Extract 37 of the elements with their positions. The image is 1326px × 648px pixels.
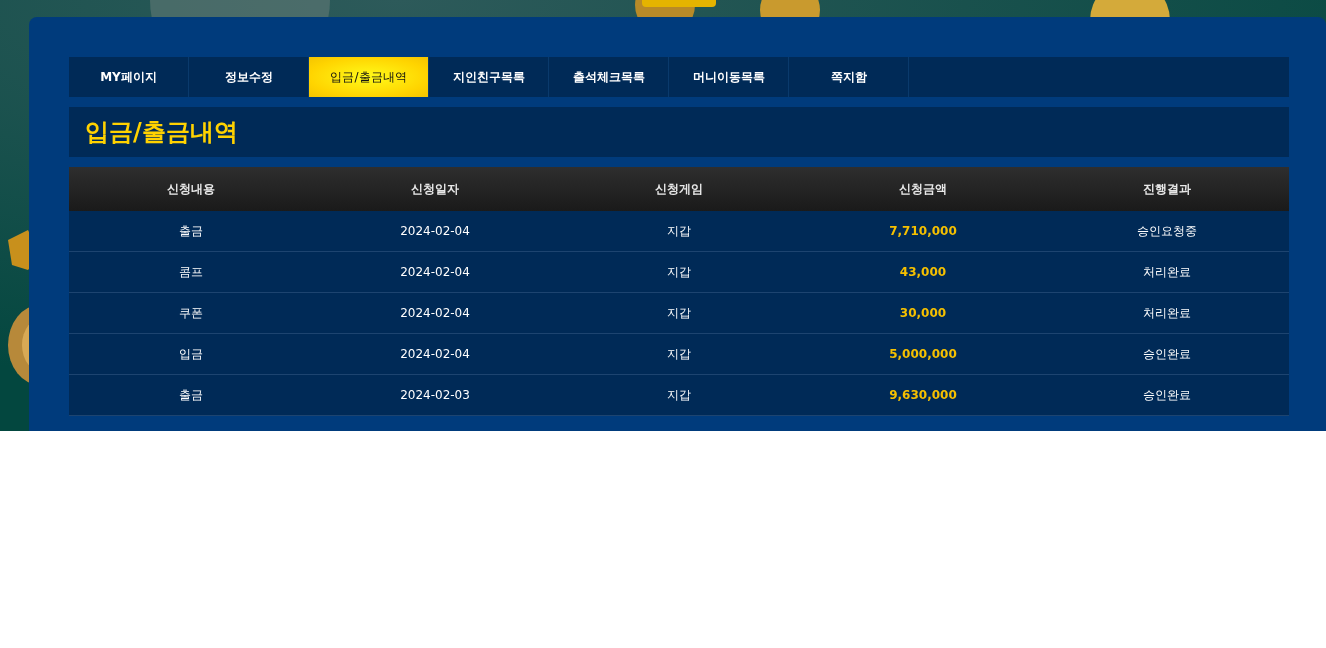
column-header: 신청금액 <box>898 180 948 198</box>
amount-cell-text: 43,000 <box>898 264 948 281</box>
page-title: 입금/출금내역 <box>69 107 1289 157</box>
tab[interactable]: 입금/출금내역 <box>309 57 429 97</box>
table-cell-text: 2024-02-04 <box>399 305 471 322</box>
tab[interactable]: 지인친구목록 <box>429 57 549 97</box>
table-cell-text: 지갑 <box>666 222 692 240</box>
table-cell-text: 쿠폰 <box>178 304 204 322</box>
table-cell-text: 2024-02-04 <box>399 223 471 240</box>
table-cell-text: 2024-02-03 <box>399 387 471 404</box>
table-cell-text: 2024-02-04 <box>399 346 471 363</box>
table-cell-text: 2024-02-04 <box>399 264 471 281</box>
table-cell-text: 지갑 <box>666 304 692 322</box>
amount-cell-text: 30,000 <box>898 305 948 322</box>
table-cell-text: 지갑 <box>666 386 692 404</box>
column-header: 신청내용 <box>166 180 216 198</box>
column-header: 신청일자 <box>410 180 460 198</box>
tab[interactable]: 쪽지함 <box>789 57 909 97</box>
table-cell-text: 처리완료 <box>1142 263 1192 281</box>
table-cell-text: 승인완료 <box>1142 345 1192 363</box>
table-cell-text: 콤프 <box>178 263 204 281</box>
table-cell-text: 처리완료 <box>1142 304 1192 322</box>
tab[interactable]: MY페이지 <box>69 57 189 97</box>
table-cell-text: 지갑 <box>666 345 692 363</box>
tab[interactable]: 출석체크목록 <box>549 57 669 97</box>
table-cell-text: 출금 <box>178 222 204 240</box>
table-cell-text: 승인요청중 <box>1136 222 1198 240</box>
amount-cell-text: 9,630,000 <box>888 387 958 404</box>
table-cell-text: 입금 <box>178 345 204 363</box>
amount-cell-text: 5,000,000 <box>888 346 958 363</box>
column-header: 신청게임 <box>654 180 704 198</box>
table-cell-text: 지갑 <box>666 263 692 281</box>
table-cell-text: 출금 <box>178 386 204 404</box>
table-cell-text: 승인완료 <box>1142 386 1192 404</box>
column-header: 진행결과 <box>1142 180 1192 198</box>
tab[interactable]: 머니이동목록 <box>669 57 789 97</box>
amount-cell-text: 7,710,000 <box>888 223 958 240</box>
